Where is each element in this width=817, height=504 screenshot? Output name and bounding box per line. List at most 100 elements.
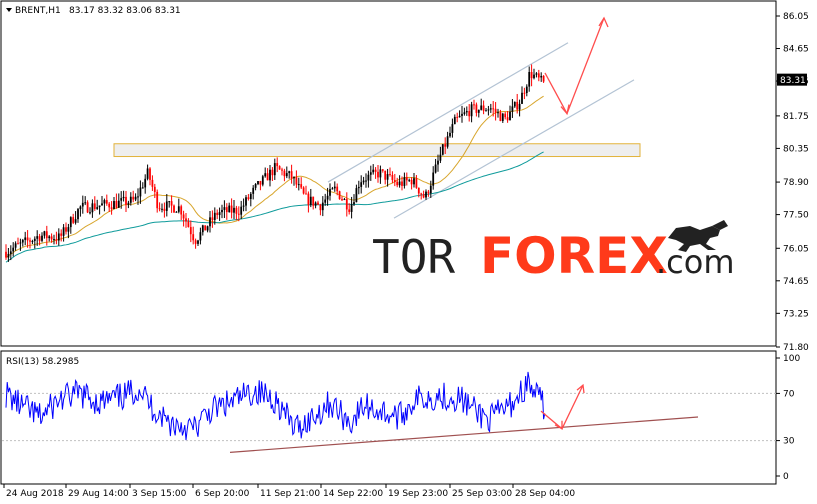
candle-body [487,109,490,111]
rsi-label: RSI(13) 58.2985 [6,357,79,367]
candle-body [9,251,12,254]
candle-body [264,173,267,177]
candle-body [321,202,324,211]
candle-body [497,112,499,114]
price-axis: 86.0584.6583.2581.7580.3578.9077.5076.05… [776,12,809,353]
candle-body [458,115,461,118]
candle-body [386,174,389,180]
candle-body [180,206,183,215]
rsi-tick-label: 0 [783,472,789,482]
candle-body [197,240,199,244]
candle-body [19,242,22,244]
candle-body [542,75,545,82]
candle-body [336,186,339,192]
candle-body [271,169,274,176]
price-tick-label: 73.25 [783,309,809,319]
candle-body [81,202,84,207]
candle-body [367,174,370,181]
candle-body [103,200,106,204]
candle-body [165,201,168,211]
candle-body [477,109,480,113]
candle-body [530,72,533,79]
candle-body [31,240,34,242]
time-tick-label: 28 Sep 04:00 [515,489,575,499]
main-pane-frame [0,0,777,347]
candle-body [451,124,454,133]
time-tick-label: 19 Sep 23:00 [388,489,448,499]
candle-body [288,171,291,174]
candle-body [355,188,358,203]
candle-body [65,227,67,232]
candle-body [225,207,228,213]
candle-body [422,194,425,198]
candle-body [67,227,70,232]
current-price-label: 83.31 [780,76,806,86]
time-tick-label: 29 Aug 14:00 [68,489,129,499]
candle-body [7,253,10,258]
candle-body [341,199,343,201]
candle-body [108,203,111,208]
price-tick-label: 81.75 [783,112,809,122]
candle-body [249,193,252,200]
resistance-zone-rect [113,143,641,158]
candle-body [353,202,355,205]
candle-body [398,181,401,186]
symbol-label: BRENT,H1 [15,6,61,16]
candle-body [230,205,233,213]
candle-body [429,185,432,194]
candle-body [98,205,101,208]
candle-body [204,225,207,231]
candle-body [41,235,43,241]
candle-body [173,205,175,213]
candle-body [50,236,53,240]
candle-body [125,196,127,205]
candle-body [504,113,507,118]
candle-body [427,191,430,194]
candle-body [525,86,528,93]
candle-body [158,208,161,210]
candle-body [360,182,363,187]
candle-body [266,173,269,181]
candle-body [33,238,36,241]
candle-body [48,236,51,239]
candle-body [96,207,99,209]
candle-body [410,179,413,185]
price-tick-label: 86.05 [783,12,809,22]
candle-body [494,108,497,113]
candle-body [290,171,293,179]
candle-body [209,217,211,227]
candle-body [175,211,178,213]
candle-body [533,74,535,79]
price-tick-label: 71.80 [783,343,809,353]
price-tick-label: 78.90 [783,178,809,188]
candle-body [449,132,451,137]
candle-body [132,196,135,200]
time-tick-label: 11 Sep 21:00 [260,489,320,499]
candle-body [53,239,55,241]
candle-body [521,92,523,104]
candle-body [489,108,492,110]
candle-body [281,169,283,171]
candle-body [163,208,166,211]
rsi-tick-label: 70 [783,389,795,399]
candle-body [45,231,48,239]
candle-body [319,204,322,211]
candle-body [213,212,216,221]
candle-body [381,169,384,171]
candle-body [305,193,307,195]
candle-body [182,214,185,219]
price-tick-label: 80.35 [783,144,809,154]
candle-body [389,174,391,176]
candle-body [425,191,427,198]
candle-body [535,73,538,75]
time-tick-label: 24 Aug 2018 [6,489,64,499]
candle-body [101,203,103,206]
candle-body [141,187,144,189]
candle-body [117,200,120,208]
candle-body [300,184,303,188]
candle-body [211,217,214,221]
candle-body [309,196,312,205]
candle-body [333,186,336,189]
candle-body [206,226,209,231]
candle-body [413,178,415,185]
